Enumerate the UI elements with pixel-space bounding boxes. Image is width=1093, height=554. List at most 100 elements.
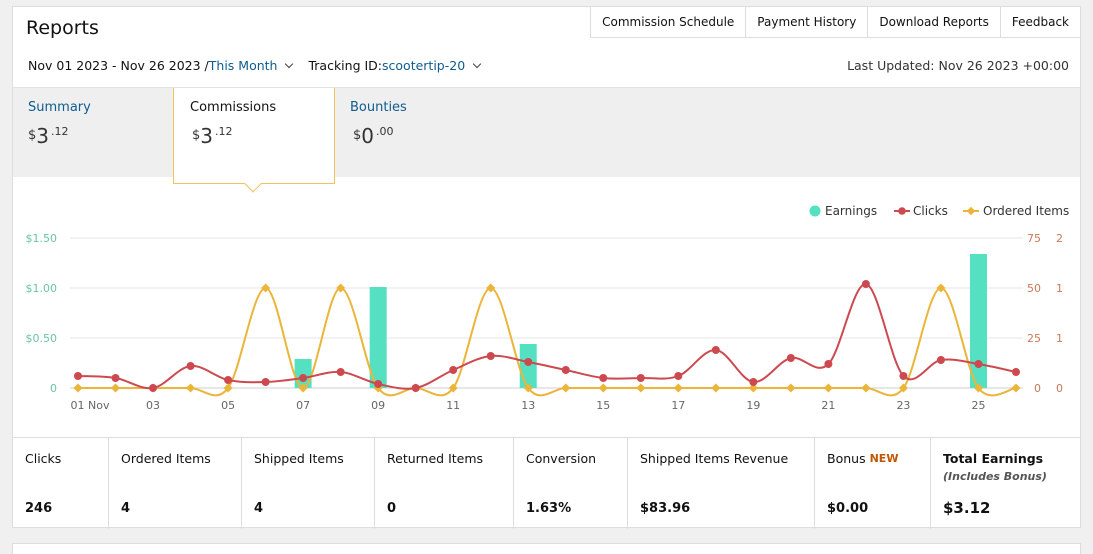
metric-value: 4 — [254, 501, 264, 516]
clicks-point — [636, 374, 645, 382]
x-tick-label: 01 Nov — [71, 399, 110, 412]
amount-dollars: 0 — [361, 124, 375, 148]
ordered-items-point — [486, 283, 496, 293]
clicks-point — [486, 352, 495, 360]
metric-label: Clicks — [25, 451, 62, 466]
clicks-point — [974, 360, 983, 368]
clicks-point — [936, 356, 945, 364]
metric-label: Shipped Items — [254, 451, 344, 466]
y-left-tick-label: 0 — [50, 382, 57, 395]
ordered-items-point — [598, 383, 608, 393]
clicks-point — [749, 378, 758, 386]
amount-cents: .12 — [215, 125, 233, 138]
x-tick-label: 09 — [371, 399, 385, 412]
new-badge: NEW — [869, 452, 899, 465]
x-tick-label: 07 — [296, 399, 310, 412]
ordered-items-point — [786, 383, 796, 393]
metric-ordered-items: Ordered Items 4 — [109, 438, 242, 529]
metric-total-earnings: Total Earnings (Includes Bonus) $3.12 — [931, 438, 1080, 529]
x-tick-label: 25 — [971, 399, 985, 412]
ordered-items-point — [186, 383, 196, 393]
clicks-point — [561, 366, 570, 374]
y-right-clicks-tick-label: 75 — [1027, 232, 1041, 245]
payment-history-button[interactable]: Payment History — [745, 7, 868, 38]
tracking-label: Tracking ID: — [308, 58, 383, 73]
clicks-point — [786, 354, 795, 362]
x-tick-label: 19 — [746, 399, 760, 412]
summary-tabs: Summary $3.12 Commissions $3.12 Bounties… — [13, 87, 1080, 193]
tab-bounties-label[interactable]: Bounties — [350, 100, 407, 115]
clicks-point — [1012, 368, 1020, 376]
clicks-point — [711, 346, 720, 354]
ordered-items-point — [110, 383, 121, 393]
clicks-point — [186, 362, 195, 370]
clicks-point — [336, 368, 345, 376]
metric-label: Shipped Items Revenue — [640, 451, 789, 466]
ordered-items-point — [673, 383, 683, 393]
last-updated: Last Updated: Nov 26 2023 +00:00 — [847, 58, 1069, 73]
clicks-point — [74, 372, 82, 380]
x-tick-label: 05 — [221, 399, 235, 412]
amount-cents: .00 — [376, 125, 394, 138]
metric-label: Bonus NEW — [827, 451, 898, 466]
clicks-point — [374, 380, 383, 388]
clicks-point — [824, 360, 833, 368]
tab-bounties-amount: $0.00 — [353, 124, 394, 148]
metric-shipped-revenue: Shipped Items Revenue $83.96 — [628, 438, 815, 529]
metric-value: 0 — [387, 501, 397, 516]
commission-schedule-button[interactable]: Commission Schedule — [590, 7, 746, 38]
tab-bounties[interactable]: Bounties $0.00 — [350, 88, 510, 178]
chevron-down-icon[interactable] — [285, 59, 294, 69]
y-right-clicks-tick-label: 50 — [1027, 282, 1041, 295]
clicks-point — [261, 378, 270, 386]
clicks-point — [524, 358, 533, 366]
metric-value: $3.12 — [943, 499, 991, 517]
tracking-id-dropdown[interactable]: scootertip-20 — [382, 58, 465, 73]
period-dropdown[interactable]: This Month — [209, 58, 278, 73]
clicks-point — [449, 366, 458, 374]
y-left-tick-label: $1.00 — [26, 282, 58, 295]
metric-label: Total Earnings — [943, 451, 1044, 466]
metric-label: Ordered Items — [121, 451, 211, 466]
ordered-items-point — [823, 383, 833, 393]
tab-summary[interactable]: Summary $3.12 — [13, 88, 173, 178]
y-left-tick-label: $0.50 — [26, 332, 58, 345]
metric-value: 4 — [121, 501, 131, 516]
metrics-row: Clicks 246 Ordered Items 4 Shipped Items… — [13, 437, 1080, 529]
ordered-items-point — [73, 383, 83, 393]
metric-conversion: Conversion 1.63% — [514, 438, 628, 529]
metric-clicks: Clicks 246 — [13, 438, 109, 529]
tab-commissions-label[interactable]: Commissions — [190, 100, 276, 115]
filter-row: Nov 01 2023 - Nov 26 2023 / This Month T… — [28, 58, 486, 73]
tab-commissions[interactable]: Commissions $3.12 — [173, 88, 335, 193]
x-tick-label: 11 — [446, 399, 460, 412]
y-right-items-tick-label: 0 — [1056, 382, 1063, 395]
tab-commissions-amount: $3.12 — [192, 124, 233, 148]
clicks-point — [149, 384, 158, 392]
metric-shipped-items: Shipped Items 4 — [242, 438, 375, 529]
metric-value: 246 — [25, 501, 53, 516]
legend-ordered-label: Ordered Items — [983, 204, 1069, 218]
legend-clicks-marker — [898, 207, 906, 215]
tab-summary-label[interactable]: Summary — [28, 100, 91, 115]
page-title: Reports — [26, 17, 99, 39]
y-right-clicks-tick-label: 0 — [1034, 382, 1041, 395]
clicks-point — [599, 374, 608, 382]
x-tick-label: 15 — [596, 399, 610, 412]
download-reports-button[interactable]: Download Reports — [867, 7, 1000, 38]
top-nav: Commission Schedule Payment History Down… — [590, 7, 1080, 38]
metric-sublabel: (Includes Bonus) — [943, 470, 1047, 483]
x-tick-label: 23 — [896, 399, 910, 412]
earnings-chart: 0 0 0 $0.50 25 1 $1.00 50 1 $1.50 75 2 01 Nov 03 05 07 0… — [26, 204, 1070, 412]
legend-clicks-label: Clicks — [913, 204, 948, 218]
feedback-button[interactable]: Feedback — [999, 7, 1080, 38]
metric-value: $0.00 — [827, 501, 869, 516]
clicks-point — [299, 374, 308, 382]
ordered-items-point — [936, 283, 946, 293]
metric-label: Conversion — [526, 451, 597, 466]
chevron-down-icon[interactable] — [472, 59, 482, 69]
clicks-point — [111, 374, 120, 382]
y-right-items-tick-label: 1 — [1056, 332, 1063, 345]
clicks-point — [411, 384, 420, 392]
ordered-items-point — [636, 383, 646, 393]
